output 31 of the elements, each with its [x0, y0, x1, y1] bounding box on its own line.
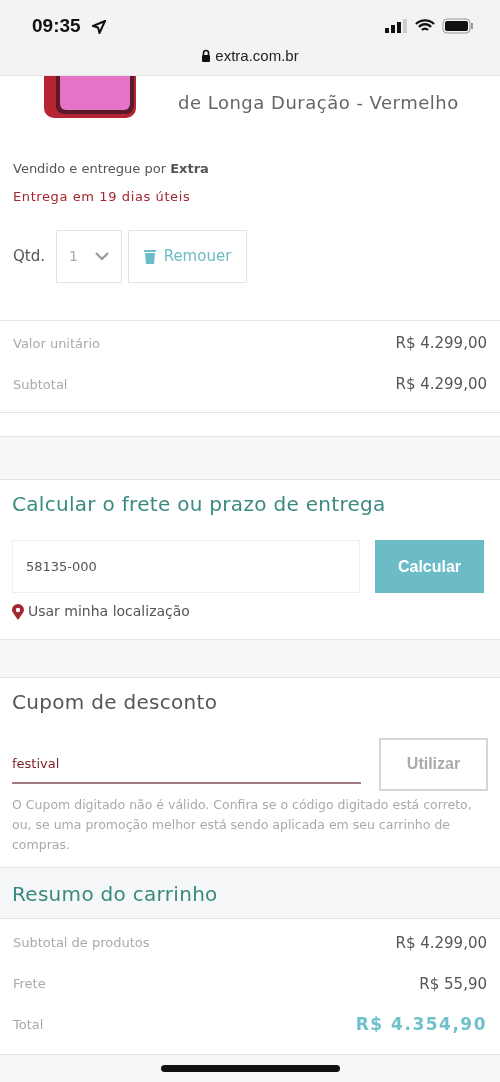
- delivery-estimate: Entrega em 19 dias úteis: [13, 187, 192, 206]
- total-price: R$ 4.354,90: [355, 1013, 487, 1037]
- coupon-error-message: O Cupom digitado não é válido. Confira se o código digitado está correto, ou, se uma promoção melhor está sendo aplicada em seu carrinho de compras.: [12, 795, 473, 854]
- seller-text: Vendido e entregue por Extra: [13, 160, 210, 178]
- price-value: R$ 55,90: [419, 973, 487, 995]
- quantity-label: Qtd.: [13, 246, 45, 268]
- product-title: de Longa Duração - Vermelho: [178, 91, 459, 115]
- wifi-icon: [415, 19, 435, 33]
- price-label: Frete: [13, 975, 46, 994]
- price-value: R$ 4.299,00: [395, 932, 487, 954]
- chevron-down-icon: [95, 252, 109, 261]
- use-location-link[interactable]: Usar minha localização: [12, 601, 190, 622]
- section-heading: Resumo do carrinho: [12, 881, 219, 906]
- url-bar[interactable]: extra.com.br: [201, 47, 299, 64]
- map-pin-icon: [12, 603, 24, 620]
- price-label: Valor unitário: [13, 334, 100, 353]
- battery-icon: [442, 18, 474, 34]
- location-arrow-icon: [92, 20, 106, 34]
- price-label: Total: [13, 1016, 44, 1035]
- price-value: R$ 4.299,00: [395, 374, 487, 396]
- section-heading: Cupom de desconto: [12, 689, 219, 714]
- signal-icon: [385, 19, 407, 33]
- price-label: Subtotal de produtos: [13, 934, 150, 953]
- lock-icon: [201, 49, 212, 62]
- section-heading: Calcular o frete ou prazo de entrega: [12, 492, 387, 516]
- trash-icon: [143, 249, 156, 264]
- price-label: Subtotal: [13, 375, 68, 394]
- clock-time: 09:35: [32, 15, 81, 37]
- zip-code-field[interactable]: 58135-000: [12, 540, 360, 593]
- home-indicator[interactable]: [161, 1065, 340, 1072]
- price-value: R$ 4.299,00: [395, 333, 487, 355]
